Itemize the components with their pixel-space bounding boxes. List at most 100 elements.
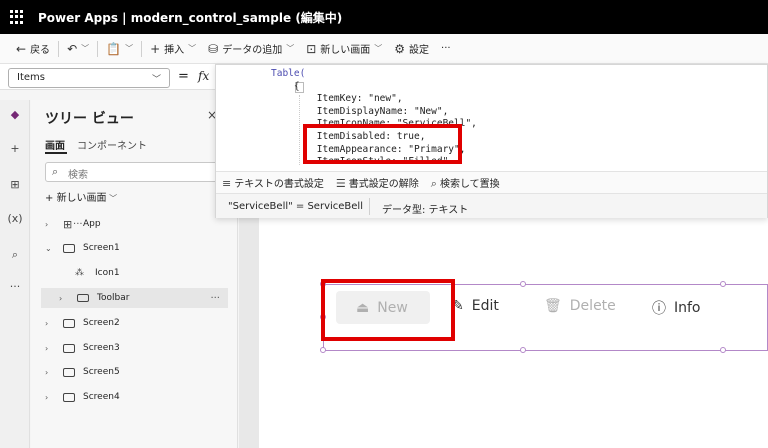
chevron-right-icon[interactable]: ›: [45, 368, 57, 377]
toolbar-icon: [77, 294, 89, 302]
paste-button[interactable]: 📋 ﹀: [100, 42, 139, 56]
node-label: Screen4: [83, 392, 120, 402]
search-icon[interactable]: ⌕: [0, 248, 30, 262]
search-icon: ⌕: [430, 176, 437, 190]
resize-handle[interactable]: [520, 281, 526, 287]
new-screen-button[interactable]: ⊡ 新しい画面 ﹀: [300, 41, 388, 57]
settings-label: 設定: [409, 45, 430, 56]
resize-handle[interactable]: [720, 347, 726, 353]
active-tab-indicator: [45, 152, 67, 154]
node-label: Toolbar: [97, 293, 130, 303]
find-replace-label: 検索して置換: [439, 178, 500, 190]
back-label: 戻る: [30, 45, 51, 56]
data-type: データ型: テキスト: [382, 205, 469, 216]
tab-components[interactable]: コンポーネント: [77, 137, 147, 152]
left-rail: ◆ + ⊞ (x) ⌕ ···: [0, 100, 30, 448]
find-replace-button[interactable]: ⌕ 検索して置換: [431, 175, 500, 191]
screen-icon: [63, 367, 75, 377]
tree-view-title: ツリー ビュー: [45, 111, 134, 127]
chevron-right-icon[interactable]: ›: [45, 393, 57, 402]
chevron-down-icon[interactable]: ﹀: [125, 43, 133, 54]
formula-editor-popup: Table( { ItemKey: "new", ItemDisplayName…: [215, 64, 768, 218]
tree-node-app[interactable]: › ⊞ App ···: [45, 214, 101, 234]
search-input[interactable]: ⌕ 検索: [45, 162, 225, 182]
settings-button[interactable]: ⚙ 設定: [388, 41, 435, 57]
trash-icon: 🗑: [544, 298, 562, 314]
tree-node-toolbar[interactable]: › Toolbar ···: [41, 288, 228, 308]
divider: [97, 40, 99, 57]
chevron-down-icon[interactable]: ⌄: [45, 244, 57, 253]
chevron-right-icon[interactable]: ›: [45, 319, 57, 328]
arrow-left-icon: ←: [16, 41, 27, 56]
node-label: Screen2: [83, 318, 120, 328]
tab-screens[interactable]: 画面: [45, 137, 65, 152]
chevron-down-icon: ﹀: [106, 194, 118, 203]
more-icon[interactable]: ···: [73, 219, 83, 230]
gear-icon: ⚙: [394, 41, 406, 56]
chevron-right-icon[interactable]: ›: [45, 344, 57, 353]
new-screen-label: 新しい画面: [320, 45, 371, 56]
chevron-down-icon: ﹀: [286, 44, 295, 53]
undo-button[interactable]: ↶ ﹀: [61, 42, 95, 56]
resize-handle[interactable]: [520, 347, 526, 353]
new-screen-label: 新しい画面: [56, 193, 107, 204]
tree-node-screen4[interactable]: › Screen4: [45, 387, 120, 407]
highlight-box-new-button: [321, 279, 455, 341]
more-button[interactable]: ···: [435, 43, 457, 54]
tree-node-screen1[interactable]: ⌄ Screen1: [45, 238, 120, 258]
more-icon[interactable]: ···: [210, 293, 220, 304]
tree-node-screen5[interactable]: › Screen5: [45, 362, 120, 382]
screen-icon: [63, 343, 75, 353]
resize-handle[interactable]: [320, 347, 326, 353]
code-line: Table(: [271, 68, 306, 79]
chevron-down-icon[interactable]: ﹀: [81, 43, 89, 54]
remove-format-button[interactable]: ☰ 書式設定の解除: [336, 175, 419, 190]
formula-result: "ServiceBell" = ServiceBell: [228, 201, 363, 212]
node-label: Screen3: [83, 343, 120, 353]
divider: [58, 40, 60, 57]
plus-icon: +: [45, 193, 57, 204]
chevron-right-icon[interactable]: ›: [45, 220, 57, 229]
divider: [141, 40, 143, 57]
format-text-label: テキストの書式設定: [234, 179, 324, 190]
node-label: App: [83, 219, 101, 229]
chevron-down-icon: ﹀: [151, 75, 161, 85]
chevron-right-icon[interactable]: ›: [59, 294, 71, 303]
remove-format-label: 書式設定の解除: [348, 179, 419, 190]
variables-icon[interactable]: (x): [0, 212, 30, 225]
format-text-button[interactable]: ≡ テキストの書式設定: [222, 175, 324, 190]
plus-icon[interactable]: +: [0, 142, 30, 155]
new-screen-icon: ⊡: [306, 41, 317, 56]
node-label: Screen5: [83, 367, 120, 377]
tree-node-icon1[interactable]: ⁂ Icon1: [75, 263, 120, 283]
database-icon[interactable]: ⊞: [0, 178, 30, 191]
back-button[interactable]: ← 戻る: [10, 41, 56, 57]
divider: [369, 198, 370, 215]
app-title: Power Apps | modern_control_sample (編集中): [38, 10, 343, 25]
edit-button[interactable]: ✎ Edit: [452, 298, 499, 314]
fx-icon[interactable]: fx: [198, 69, 209, 83]
insert-button[interactable]: + 挿入 ﹀: [144, 41, 202, 57]
more-icon[interactable]: ···: [0, 280, 30, 293]
highlight-box-code: [303, 124, 462, 164]
resize-handle[interactable]: [720, 281, 726, 287]
property-dropdown[interactable]: Items ﹀: [8, 68, 170, 88]
tree-node-screen2[interactable]: › Screen2: [45, 313, 120, 333]
tree-node-screen3[interactable]: › Screen3: [45, 338, 120, 358]
node-label: Icon1: [95, 268, 120, 278]
formula-toolbar: ≡ テキストの書式設定 ☰ 書式設定の解除 ⌕ 検索して置換: [216, 171, 767, 193]
layers-icon[interactable]: ◆: [0, 108, 30, 121]
delete-button[interactable]: 🗑 Delete: [544, 298, 616, 314]
code-line: ItemKey: "new",: [271, 93, 403, 105]
info-icon: ⓘ: [652, 301, 666, 317]
database-icon: ⛁: [208, 41, 219, 56]
info-button[interactable]: ⓘ Info: [652, 298, 701, 318]
edit-label: Edit: [471, 298, 499, 314]
undo-icon: ↶: [67, 41, 78, 56]
new-screen-link[interactable]: + 新しい画面 ﹀: [45, 189, 117, 204]
search-placeholder: 検索: [68, 170, 88, 181]
property-value: Items: [17, 72, 45, 83]
app-launcher-icon[interactable]: [10, 10, 24, 24]
add-data-button[interactable]: ⛁ データの追加 ﹀: [202, 41, 300, 57]
chevron-down-icon: ﹀: [374, 44, 383, 53]
